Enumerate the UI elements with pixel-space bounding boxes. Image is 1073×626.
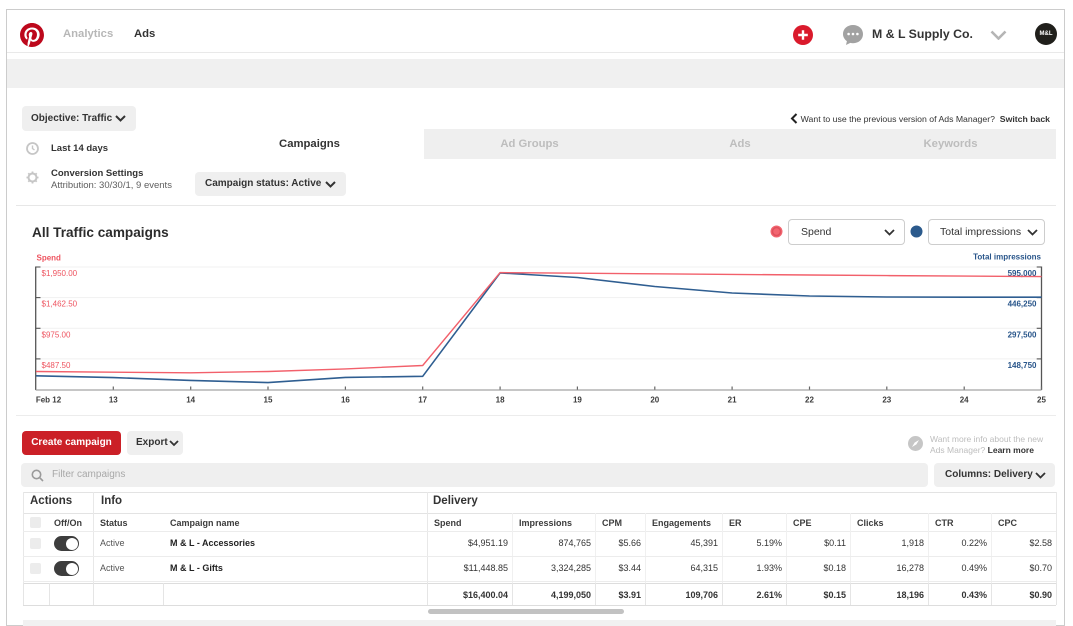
svg-text:20: 20: [650, 396, 659, 405]
svg-text:Spend: Spend: [37, 254, 62, 263]
svg-text:297,500: 297,500: [1008, 330, 1037, 339]
svg-text:$975.00: $975.00: [42, 330, 71, 339]
svg-text:$487.50: $487.50: [42, 361, 71, 370]
svg-text:17: 17: [418, 396, 427, 405]
svg-text:Total impressions: Total impressions: [973, 253, 1041, 262]
svg-text:21: 21: [728, 396, 737, 405]
svg-text:19: 19: [573, 396, 582, 405]
svg-text:16: 16: [341, 396, 350, 405]
svg-text:14: 14: [186, 396, 195, 405]
svg-text:13: 13: [109, 396, 118, 405]
svg-text:$1,462.50: $1,462.50: [42, 300, 78, 309]
svg-text:22: 22: [805, 396, 814, 405]
svg-text:$1,950.00: $1,950.00: [42, 269, 78, 278]
svg-text:18: 18: [496, 396, 505, 405]
svg-text:446,250: 446,250: [1008, 300, 1037, 309]
svg-text:Feb 12: Feb 12: [36, 396, 62, 405]
svg-text:25: 25: [1037, 396, 1046, 405]
svg-text:23: 23: [882, 396, 891, 405]
svg-text:24: 24: [960, 396, 969, 405]
svg-text:148,750: 148,750: [1008, 361, 1037, 370]
svg-text:15: 15: [264, 396, 273, 405]
